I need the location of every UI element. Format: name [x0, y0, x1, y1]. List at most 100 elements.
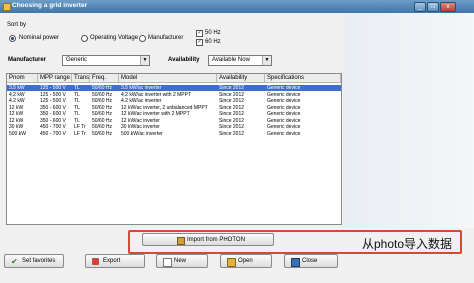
manufacturer-select[interactable]: Generic ▼ [62, 55, 150, 66]
new-button[interactable]: New [156, 254, 208, 268]
table-cell: TL [74, 104, 80, 111]
table-cell: 125 - 500 V [40, 91, 66, 98]
grid-inverter-dialog: Choosing a grid inverter _ □ x Sort by N… [0, 0, 474, 283]
table-cell: 350 - 600 V [40, 104, 66, 111]
table-cell: 350 - 600 V [40, 111, 66, 117]
radio-manufacturer[interactable] [139, 35, 146, 42]
table-cell: 3.5 kW/ac inverter [121, 85, 162, 91]
close-button[interactable]: Close [284, 254, 338, 268]
table-cell: Since 2012 [219, 117, 245, 124]
right-panel-background [343, 13, 474, 228]
table-cell: 12 kW [9, 104, 24, 111]
column-header-pnom[interactable]: Pnom [7, 74, 38, 83]
window-close-button[interactable]: x [440, 2, 456, 12]
manufacturer-label: Manufacturer [8, 57, 47, 63]
table-cell: 50/60 Hz [92, 130, 113, 137]
table-row[interactable]: 500 kW 450 - 700 V LF Tr 50/60 Hz 500 kW/ac … [7, 131, 341, 137]
availability-value: Available Now [212, 57, 250, 63]
table-cell: Generic device [267, 130, 301, 137]
column-header-transf[interactable]: Transf [72, 74, 90, 83]
table-row[interactable]: 12 kW 350 - 600 V TL 50/60 Hz 12 kW/ac inver… [7, 111, 341, 117]
table-cell: Since 2012 [219, 85, 245, 91]
table-row[interactable]: 12 kW 350 - 600 V TL 50/60 Hz 12 kW/ac inver… [7, 105, 341, 111]
new-document-icon [163, 258, 172, 267]
callout-text: 从photo导入数据 [362, 237, 453, 251]
table-row[interactable]: 4.2 kW 125 - 500 V TL 50/60 Hz 4.2 kW/ac inv… [7, 92, 341, 98]
table-cell: Since 2012 [219, 104, 245, 111]
table-cell: 125 - 500 V [40, 98, 66, 104]
table-cell: Since 2012 [219, 98, 245, 104]
table-cell: Since 2012 [219, 91, 245, 98]
checkbox-50hz-label: 50 Hz [205, 30, 221, 36]
checkbox-60hz-label: 60 Hz [205, 39, 221, 45]
table-row[interactable]: 3.5 kW 125 - 500 V TL 50/60 Hz 3.5 kW/ac inv… [7, 85, 341, 91]
column-header-model[interactable]: Model [119, 74, 217, 83]
table-cell: 350 - 600 V [40, 117, 66, 124]
table-cell: 12 kW/ac inverter [121, 117, 160, 124]
table-cell: Generic device [267, 98, 301, 104]
table-cell: 12 kW [9, 117, 24, 124]
table-cell: 50/60 Hz [92, 124, 113, 130]
table-cell: Generic device [267, 91, 301, 98]
table-cell: 500 kW/ac inverter [121, 130, 163, 137]
table-cell: 12 kW [9, 111, 24, 117]
table-cell: 4.2 kW [9, 98, 25, 104]
open-button[interactable]: Open [220, 254, 272, 268]
table-cell: TL [74, 117, 80, 124]
open-document-icon [227, 258, 236, 267]
table-cell: 30 kW/ac inverter [121, 124, 160, 130]
table-row[interactable]: 30 kW 450 - 700 V LF Tr 50/60 Hz 30 kW/ac in… [7, 124, 341, 130]
column-header-mpp-range[interactable]: MPP range [38, 74, 72, 83]
table-cell: 50/60 Hz [92, 98, 113, 104]
table-row[interactable]: 12 kW 350 - 600 V TL 50/60 Hz 12 kW/ac inver… [7, 118, 341, 124]
maximize-button[interactable]: □ [427, 2, 439, 12]
radio-nominal-power[interactable] [9, 35, 16, 42]
column-header-freq[interactable]: Freq. [90, 74, 119, 83]
radio-nominal-power-label: Nominal power [19, 35, 60, 41]
table-cell: 4.2 kW/ac inverter with 2 MPPT [121, 91, 192, 98]
checkbox-60hz[interactable]: ✓ [196, 39, 203, 46]
title-bar: Choosing a grid inverter _ □ x [0, 0, 474, 13]
set-favorites-label: Set favorites [22, 258, 56, 264]
table-cell: 125 - 500 V [40, 85, 66, 91]
table-cell: 12 kW/ac inverter with 2 MPPT [121, 111, 190, 117]
new-label: New [174, 258, 187, 264]
radio-operating-voltage[interactable] [81, 35, 88, 42]
table-cell: TL [74, 85, 80, 91]
table-cell: 50/60 Hz [92, 85, 113, 91]
minimize-button[interactable]: _ [414, 2, 426, 12]
table-cell: 3.5 kW [9, 85, 25, 91]
table-cell: 50/60 Hz [92, 104, 113, 111]
exit-door-icon [291, 258, 300, 267]
table-cell: 500 kW [9, 130, 26, 137]
set-favorites-button[interactable]: ✔ Set favorites [4, 254, 64, 268]
table-row[interactable]: 4.2 kW 125 - 500 V TL 50/60 Hz 4.2 kW/ac inv… [7, 98, 341, 104]
table-cell: Since 2012 [219, 130, 245, 137]
radio-operating-voltage-label: Operating Voltage [90, 35, 139, 41]
table-cell: 50/60 Hz [92, 91, 113, 98]
inverter-table[interactable]: Pnom MPP range Transf Freq. Model Availa… [6, 73, 342, 225]
table-cell: 4.2 kW [9, 91, 25, 98]
table-cell: 4.2 kW/ac inverter [121, 98, 162, 104]
chevron-down-icon: ▼ [262, 56, 271, 65]
checkbox-50hz[interactable]: ✓ [196, 30, 203, 37]
table-cell: 30 kW [9, 124, 24, 130]
table-cell: TL [74, 98, 80, 104]
table-cell: 450 - 700 V [40, 124, 66, 130]
radio-manufacturer-label: Manufacturer [148, 35, 184, 41]
column-header-specifications[interactable]: Specifications [265, 74, 341, 83]
availability-label: Availability [168, 57, 200, 63]
manufacturer-value: Generic [66, 57, 88, 63]
table-cell: 12 kW/ac inverter, 2 unbalanced MPPT [121, 104, 208, 111]
table-cell: Generic device [267, 85, 301, 91]
table-cell: 450 - 700 V [40, 130, 66, 137]
column-header-availability[interactable]: Availability [217, 74, 265, 83]
chevron-down-icon: ▼ [140, 56, 149, 65]
app-icon [3, 3, 11, 11]
table-cell: TL [74, 111, 80, 117]
export-button[interactable]: Export [85, 254, 145, 268]
availability-select[interactable]: Available Now ▼ [208, 55, 272, 66]
table-cell: LF Tr [74, 130, 86, 137]
export-icon [92, 258, 99, 265]
table-cell: LF Tr [74, 124, 86, 130]
